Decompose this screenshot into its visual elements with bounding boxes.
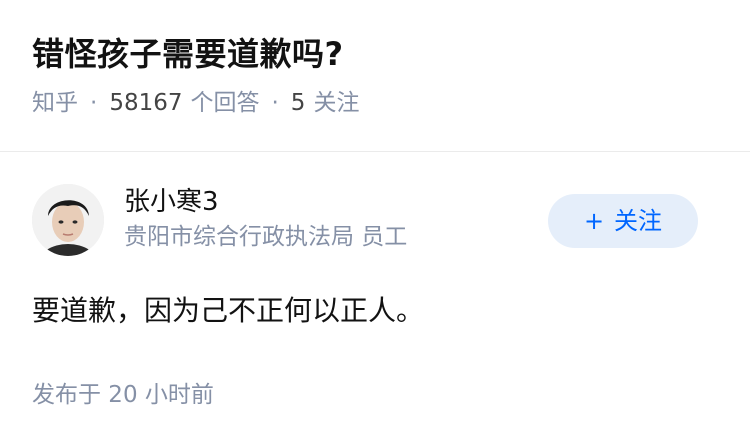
avatar-image [32,184,104,256]
question-meta: 知乎 · 58167 个回答 · 5 关注 [32,88,722,118]
divider [0,151,750,152]
follower-count-label: 关注 [313,90,360,116]
author-headline: 贵阳市综合行政执法局 员工 [124,224,408,250]
author-row: 张小寒3 贵阳市综合行政执法局 员工 + 关注 [32,182,718,262]
source-label[interactable]: 知乎 [32,90,78,116]
question-title[interactable]: 错怪孩子需要道歉吗? [32,30,722,78]
follow-button[interactable]: + 关注 [548,194,698,248]
author-info: 张小寒3 贵阳市综合行政执法局 员工 [124,184,407,254]
answer-count-label: 个回答 [190,90,260,116]
plus-icon: + [583,207,605,235]
avatar[interactable] [32,184,104,256]
answer-content[interactable]: 要道歉，因为己不正何以正人。 [32,290,718,332]
follower-count: 5 [290,90,306,116]
follow-button-label: 关注 [614,207,663,235]
answer-timestamp: 发布于 20 小时前 [32,382,214,408]
author-name[interactable]: 张小寒3 [124,184,407,220]
separator-dot: · [90,90,98,116]
question-header: 错怪孩子需要道歉吗? 知乎 · 58167 个回答 · 5 关注 [32,30,722,118]
separator-dot: · [271,90,279,116]
answer-card: 张小寒3 贵阳市综合行政执法局 员工 + 关注 要道歉，因为己不正何以正人。 发布… [32,182,718,410]
answer-count: 58167 [109,90,183,116]
